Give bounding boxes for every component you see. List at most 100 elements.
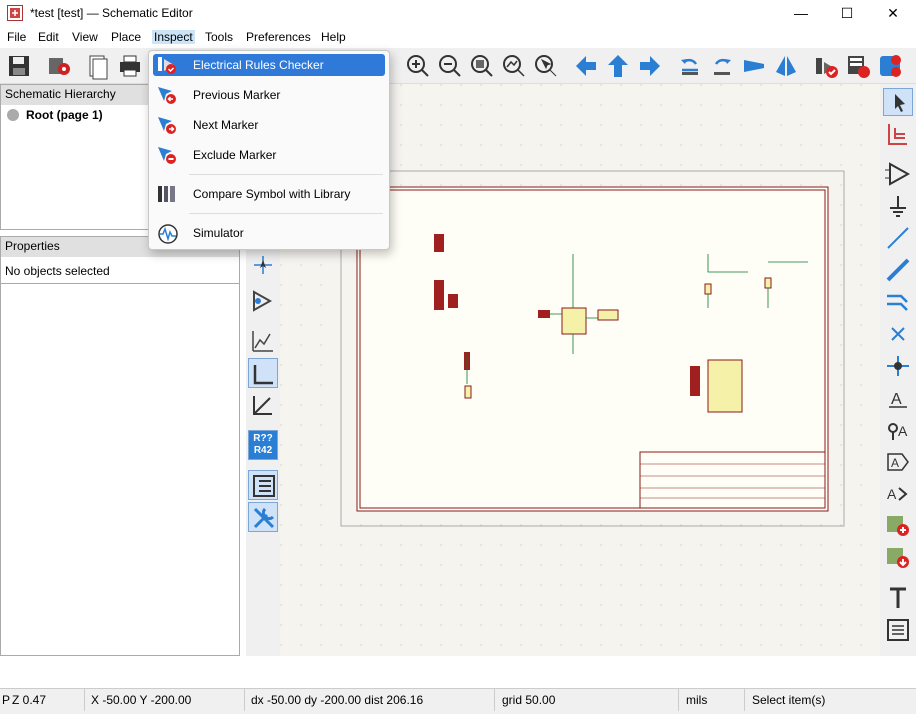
menu-item-label: Previous Marker [193, 88, 281, 102]
rotate-ccw-icon[interactable] [676, 52, 704, 80]
close-button[interactable]: ✕ [870, 0, 916, 28]
svg-text:A: A [887, 486, 897, 502]
hierarchy-root-item[interactable]: Root (page 1) [26, 108, 103, 122]
menu-file[interactable]: File [7, 30, 26, 44]
annotate-label-bottom: R42 [253, 445, 273, 456]
no-connect-icon[interactable] [883, 320, 913, 348]
navigate-back-icon[interactable] [572, 52, 600, 80]
menu-inspect[interactable]: Inspect [152, 30, 195, 44]
add-junction-icon[interactable] [883, 352, 913, 380]
status-grid: grid 50.00 [502, 693, 556, 707]
zoom-fit-icon[interactable] [468, 52, 496, 80]
add-label-icon[interactable]: A [883, 384, 913, 412]
schematic-setup-icon[interactable] [45, 52, 73, 80]
svg-text:A: A [891, 391, 902, 408]
menu-item-label: Exclude Marker [193, 148, 277, 162]
compare-symbol-icon [157, 184, 177, 204]
menu-item-exclude-marker[interactable]: Exclude Marker [153, 144, 385, 166]
add-sheet-icon[interactable] [883, 512, 913, 540]
next-marker-icon [157, 115, 177, 135]
right-toolbar: A A A A [880, 84, 916, 656]
properties-empty-text: No objects selected [5, 264, 110, 278]
show-hidden-pins-icon[interactable] [248, 358, 278, 388]
navigate-up-icon[interactable] [604, 52, 632, 80]
navigate-forward-icon[interactable] [636, 52, 664, 80]
symbol-fields-icon[interactable] [844, 52, 872, 80]
highlight-net-icon[interactable] [883, 120, 913, 148]
add-wire-icon[interactable] [883, 224, 913, 252]
annotate-toolbar-icon[interactable] [876, 52, 904, 80]
menu-view[interactable]: View [72, 30, 98, 44]
save-icon[interactable] [5, 52, 33, 80]
menu-item-previous-marker[interactable]: Previous Marker [153, 84, 385, 106]
menu-item-simulator[interactable]: Simulator [153, 222, 385, 244]
status-separator [744, 689, 745, 711]
select-tool-icon[interactable] [883, 88, 913, 116]
menu-separator [189, 174, 383, 175]
menu-separator [189, 213, 383, 214]
status-mode: Select item(s) [752, 693, 826, 707]
menu-item-label: Simulator [193, 226, 244, 240]
add-symbol-icon[interactable] [883, 160, 913, 188]
annotate-label-top: R?? [253, 433, 273, 444]
rotate-cw-icon[interactable] [708, 52, 736, 80]
show-pin-electrical-icon[interactable] [248, 326, 278, 356]
zoom-in-icon[interactable] [404, 52, 432, 80]
menu-place[interactable]: Place [111, 30, 141, 44]
status-separator [678, 689, 679, 711]
simulator-icon [157, 223, 178, 244]
add-bus-icon[interactable] [883, 256, 913, 284]
page-settings-icon[interactable] [84, 52, 112, 80]
add-text-icon[interactable] [883, 584, 913, 612]
print-icon[interactable] [116, 52, 144, 80]
add-bus-entry-icon[interactable] [883, 288, 913, 316]
menu-item-label: Next Marker [193, 118, 259, 132]
erc-icon [157, 55, 177, 75]
status-prefix: P [2, 693, 11, 707]
maximize-button[interactable]: ☐ [824, 0, 870, 28]
status-zoom: Z 0.47 [12, 693, 47, 707]
status-separator [84, 689, 85, 711]
window-title: *test [test] — Schematic Editor [30, 6, 193, 20]
menu-item-next-marker[interactable]: Next Marker [153, 114, 385, 136]
erc-toolbar-icon[interactable] [812, 52, 840, 80]
zoom-objects-icon[interactable] [500, 52, 528, 80]
properties-divider [1, 283, 239, 284]
add-hier-label-icon[interactable]: A [883, 480, 913, 508]
status-separator [244, 689, 245, 711]
add-netclass-icon[interactable]: A [883, 416, 913, 444]
mirror-horizontal-icon[interactable] [772, 52, 800, 80]
import-sheet-pin-icon[interactable] [883, 544, 913, 572]
menu-item-erc[interactable]: Electrical Rules Checker [153, 54, 385, 76]
menu-help[interactable]: Help [321, 30, 346, 44]
menu-tools[interactable]: Tools [205, 30, 233, 44]
hierarchy-panel-toggle-icon[interactable] [248, 470, 278, 500]
menu-preferences[interactable]: Preferences [246, 30, 311, 44]
annotate-icon[interactable]: R?? R42 [248, 430, 278, 460]
cursor-cross-icon[interactable] [248, 250, 278, 280]
inspect-menu-dropdown: Electrical Rules Checker Previous Marker… [148, 50, 390, 250]
zoom-out-icon[interactable] [436, 52, 464, 80]
menu-bar: File Edit View Place Inspect Tools Prefe… [0, 28, 916, 48]
status-coords: X -50.00 Y -200.00 [91, 693, 192, 707]
menu-item-label: Compare Symbol with Library [193, 187, 351, 201]
angle-lines-icon[interactable] [248, 390, 278, 420]
hierarchy-navigator-icon[interactable] [248, 286, 278, 316]
status-bar: P Z 0.47 X -50.00 Y -200.00 dx -50.00 dy… [0, 688, 916, 714]
add-textbox-icon[interactable] [883, 616, 913, 644]
svg-text:A: A [898, 423, 908, 439]
menu-item-compare-symbol[interactable]: Compare Symbol with Library [153, 183, 385, 205]
status-separator [494, 689, 495, 711]
status-delta: dx -50.00 dy -200.00 dist 206.16 [251, 693, 424, 707]
menu-edit[interactable]: Edit [38, 30, 59, 44]
properties-panel: Properties No objects selected [0, 236, 240, 656]
properties-toggle-icon[interactable] [248, 502, 278, 532]
add-power-icon[interactable] [883, 192, 913, 220]
minimize-button[interactable]: — [778, 0, 824, 28]
title-bar: *test [test] — Schematic Editor — ☐ ✕ [0, 0, 916, 28]
sheet-icon [7, 109, 19, 121]
zoom-selection-icon[interactable] [532, 52, 560, 80]
add-global-label-icon[interactable]: A [883, 448, 913, 476]
mirror-vertical-icon[interactable] [740, 52, 768, 80]
previous-marker-icon [157, 85, 177, 105]
